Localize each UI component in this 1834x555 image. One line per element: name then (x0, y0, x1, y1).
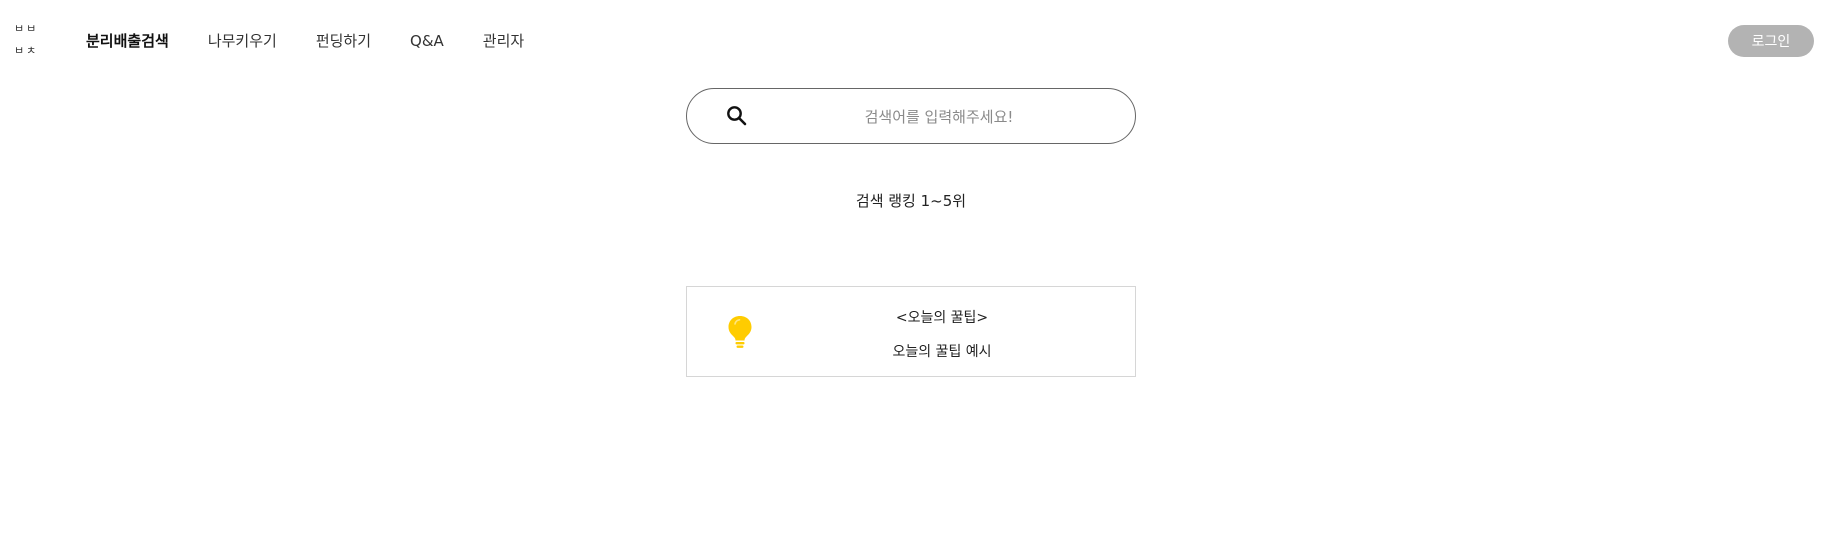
tip-title: <오늘의 꿀팁> (895, 310, 989, 326)
search-icon[interactable] (725, 104, 749, 128)
header: ㅂㅂ ㅂㅊ 분리배출검색 나무키우기 펀딩하기 Q&A 관리자 로그인 (0, 0, 1834, 82)
login-button[interactable]: 로그인 (1728, 25, 1814, 57)
logo-line-1: ㅂㅂ (14, 22, 39, 35)
daily-tip-card: <오늘의 꿀팁> 오늘의 꿀팁 예시 (686, 286, 1136, 377)
search-bar[interactable] (686, 88, 1136, 144)
nav-item-qna[interactable]: Q&A (410, 32, 444, 50)
search-ranking-label: 검색 랭킹 1~5위 (855, 192, 967, 210)
nav-item-funding[interactable]: 펀딩하기 (316, 30, 371, 51)
logo-line-2: ㅂㅊ (14, 44, 39, 57)
search-input[interactable] (777, 101, 1101, 133)
main-nav: 분리배출검색 나무키우기 펀딩하기 Q&A 관리자 (86, 30, 524, 51)
nav-item-search[interactable]: 분리배출검색 (86, 30, 169, 51)
lightbulb-icon (727, 315, 753, 349)
nav-item-tree[interactable]: 나무키우기 (208, 30, 277, 51)
tip-body: 오늘의 꿀팁 예시 (892, 344, 992, 360)
logo[interactable]: ㅂㅂ ㅂㅊ (14, 18, 44, 62)
nav-item-admin[interactable]: 관리자 (483, 30, 524, 51)
